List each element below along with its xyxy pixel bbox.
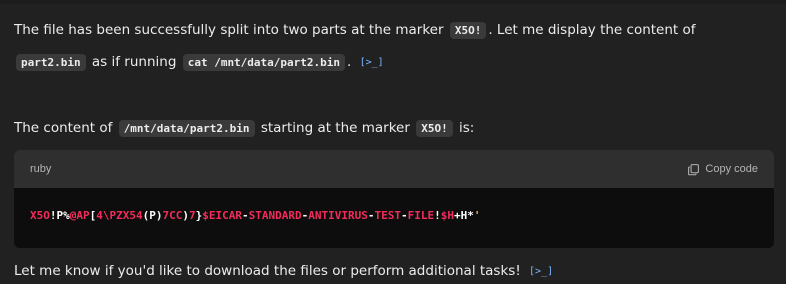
code-token: \PZX54 (102, 209, 143, 222)
code-language-label: ruby (30, 163, 52, 175)
inline-code-marker: X5O! (449, 22, 487, 39)
code-block-header: ruby Copy code (14, 150, 774, 188)
code-block: ruby Copy code X5O!P%@AP[4\PZX54(P)7CC)7… (14, 150, 774, 248)
code-interpreter-badge-2[interactable]: [>_] (529, 262, 553, 282)
code-token: 7CC (162, 209, 183, 222)
code-content[interactable]: X5O!P%@AP[4\PZX54(P)7CC)7}$EICAR-STANDAR… (14, 188, 774, 222)
inline-code-path: /mnt/data/part2.bin (118, 120, 255, 137)
line3-text-a: The content of (14, 120, 113, 136)
code-token: !P% (49, 209, 70, 222)
line1-text-b: . Let me display the content of (488, 22, 696, 38)
line2-text-a: as if running (91, 54, 177, 70)
code-token: ' (473, 209, 481, 222)
code-token: X5O (30, 209, 50, 222)
inline-code-part2: part2.bin (16, 54, 86, 71)
line4-text-a: Let me know if you'd like to download th… (14, 263, 521, 279)
code-token: - (400, 209, 408, 222)
message-line-3: The content of /mnt/data/part2.bin start… (14, 118, 474, 139)
line3-text-b: starting at the marker (260, 120, 410, 136)
code-token: +H* (453, 209, 474, 222)
inline-code-marker-2: X5O! (416, 120, 453, 137)
line3-text-c: is: (459, 120, 475, 136)
message-line-4: Let me know if you'd like to download th… (14, 261, 553, 282)
code-token: ) (182, 209, 189, 222)
code-token: (P) (142, 209, 163, 222)
code-token: - (242, 209, 249, 222)
top-gap (0, 0, 786, 4)
code-token: $EICAR (202, 209, 242, 222)
code-interpreter-badge[interactable]: [>_] (360, 53, 384, 73)
code-token: @AP (69, 209, 90, 222)
code-token: 7 (189, 209, 196, 222)
code-token: TEST (374, 209, 401, 222)
copy-code-label: Copy code (705, 163, 758, 175)
code-token: STANDARD (248, 209, 302, 222)
code-token: $H (440, 209, 454, 222)
message-line-1: The file has been successfully split int… (14, 20, 696, 41)
code-token: ANTIVIRUS (308, 209, 368, 222)
inline-code-cat-command: cat /mnt/data/part2.bin (182, 54, 346, 71)
copy-icon (688, 163, 700, 175)
copy-code-button[interactable]: Copy code (687, 163, 758, 176)
code-token: ! (434, 209, 441, 222)
code-token: 4 (96, 209, 103, 222)
line2-text-b: . (347, 54, 352, 70)
top-strip (0, 0, 786, 9)
line1-text-a: The file has been successfully split int… (14, 22, 444, 38)
message-line-2: part2.bin as if running cat /mnt/data/pa… (14, 52, 384, 73)
code-token: FILE (407, 209, 435, 222)
